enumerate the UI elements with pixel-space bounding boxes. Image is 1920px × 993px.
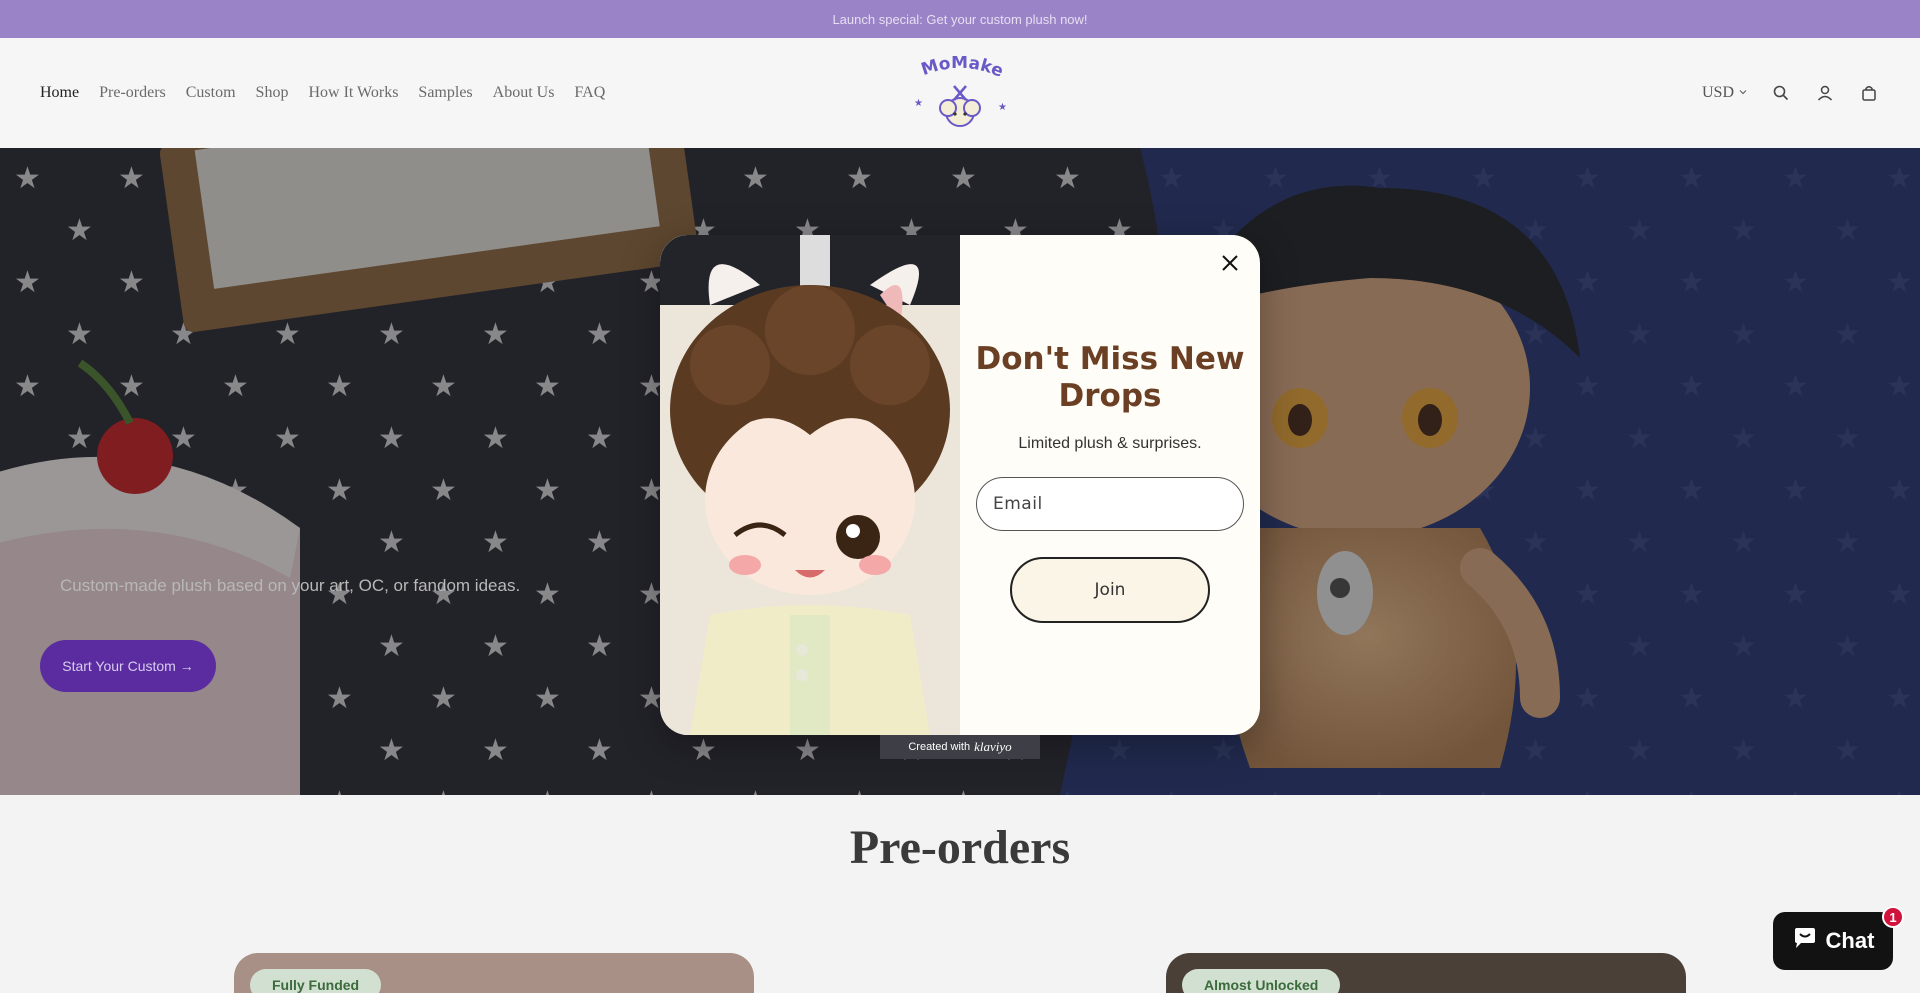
modal-plush-image [660,235,960,735]
status-badge: Fully Funded [250,969,382,993]
header-actions: USD [1702,38,1880,148]
klaviyo-badge[interactable]: Created with klaviyo [880,735,1040,759]
created-with-label: Created with [908,741,971,753]
svg-text:MoMakeIt: MoMakeIt [910,56,1006,82]
email-field[interactable] [976,477,1244,531]
svg-text:★: ★ [998,102,1007,113]
currency-selector[interactable]: USD [1702,84,1748,102]
nav-shop[interactable]: Shop [256,84,289,102]
cart-icon[interactable] [1858,82,1880,104]
close-icon[interactable] [1216,249,1244,277]
modal-subtitle: Limited plush & surprises. [1018,435,1202,452]
join-button[interactable]: Join [1010,557,1210,623]
chevron-down-icon [1738,84,1748,102]
nav-about-us[interactable]: About Us [493,84,555,102]
modal-title: Don't Miss New Drops [975,341,1245,414]
search-icon[interactable] [1770,82,1792,104]
nav-pre-orders[interactable]: Pre-orders [99,84,166,102]
status-badge: Almost Unlocked [1182,969,1341,993]
account-icon[interactable] [1814,82,1836,104]
preorder-card[interactable]: Fully Funded [234,953,754,993]
modal-content: Don't Miss New Drops Limited plush & sur… [960,235,1260,735]
hero-subtitle: Custom-made plush based on your art, OC,… [60,576,521,595]
svg-text:★: ★ [914,98,923,109]
chat-bubble-icon [1792,926,1818,956]
chat-label: Chat [1825,928,1875,953]
start-custom-button[interactable]: Start Your Custom → [40,640,216,692]
nav-home[interactable]: Home [40,84,79,102]
klaviyo-logo: klaviyo [974,739,1012,754]
currency-label: USD [1701,84,1734,101]
nav-faq[interactable]: FAQ [574,84,605,102]
section-title: Pre-orders [849,821,1071,874]
nav-samples[interactable]: Samples [418,84,472,102]
chat-notification-badge: 1 [1882,906,1904,928]
announcement-text: Launch special: Get your custom plush no… [832,11,1088,27]
chat-button[interactable]: Chat [1773,912,1893,970]
nav-custom[interactable]: Custom [186,84,236,102]
main-nav: Home Pre-orders Custom Shop How It Works… [40,38,605,148]
site-header: Home Pre-orders Custom Shop How It Works… [0,38,1920,148]
nav-how-it-works[interactable]: How It Works [308,84,398,102]
preorder-card[interactable]: Almost Unlocked [1166,953,1686,993]
site-logo[interactable]: MoMakeIt ★ ★ [906,41,1010,130]
signup-modal: Don't Miss New Drops Limited plush & sur… [660,235,1260,735]
announcement-bar: Launch special: Get your custom plush no… [0,0,1920,38]
